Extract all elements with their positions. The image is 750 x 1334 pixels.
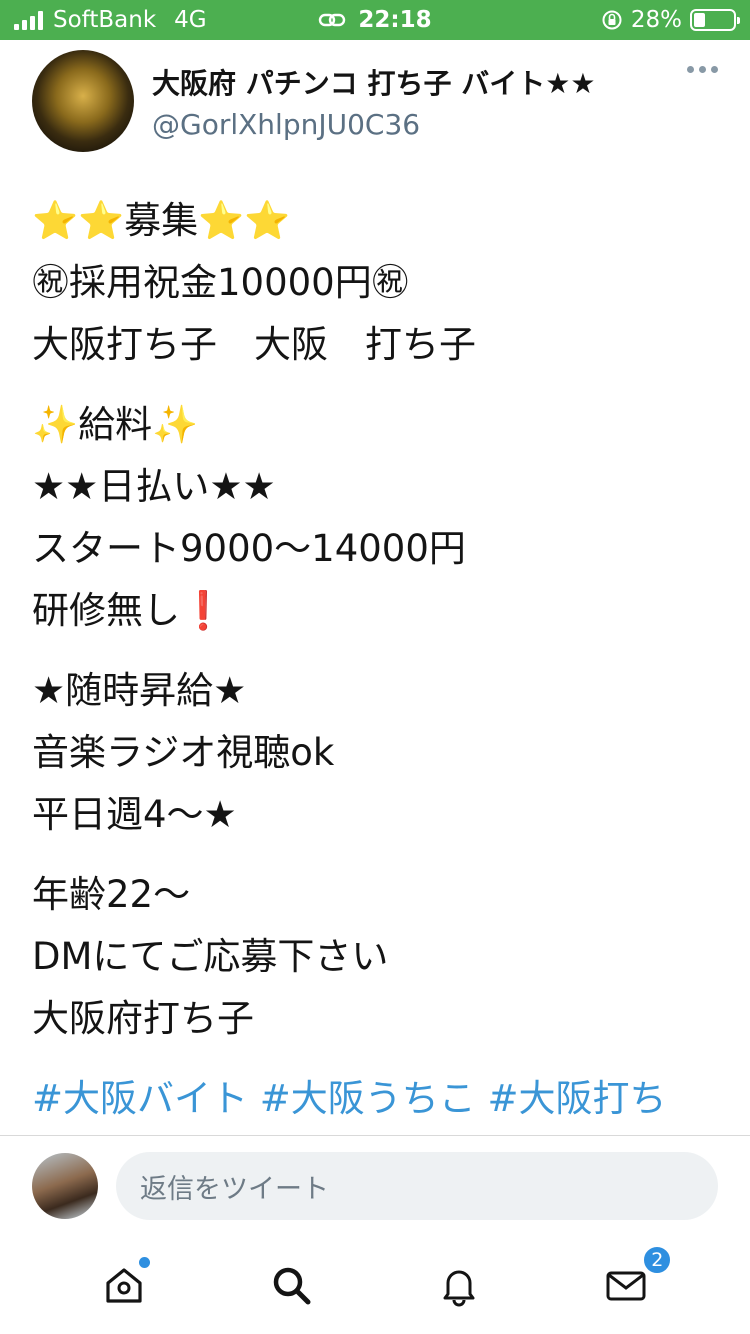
handle[interactable]: @GorlXhlpnJU0C36 — [152, 108, 595, 141]
tab-search[interactable] — [261, 1255, 321, 1315]
tab-home[interactable] — [94, 1255, 154, 1315]
tab-notifications[interactable] — [429, 1255, 489, 1315]
text-line: ★随時昇給★ — [32, 669, 247, 712]
text-line: 年齢22～ — [32, 873, 191, 916]
text-line: ✨給料✨ — [32, 403, 199, 446]
reply-input[interactable]: 返信をツイート — [116, 1152, 718, 1220]
paragraph: ★随時昇給★ 音楽ラジオ視聴ok 平日週4～★ — [32, 660, 730, 846]
messages-badge: 2 — [642, 1245, 673, 1275]
paragraph: ⭐⭐募集⭐⭐ ㊗採用祝金10000円㊗ 大阪打ち子 大阪 打ち子 — [32, 190, 730, 376]
paragraph: 年齢22～ DMにてご応募下さい 大阪府打ち子 — [32, 864, 730, 1050]
home-icon — [106, 1268, 142, 1303]
text-line: 大阪府打ち子 — [32, 997, 254, 1040]
bell-icon — [443, 1270, 475, 1307]
text-line: DMにてご応募下さい — [32, 935, 389, 978]
my-avatar[interactable] — [32, 1153, 98, 1219]
text-line: スタート9000～14000円 — [32, 527, 466, 570]
battery-icon — [690, 9, 740, 31]
tab-bar: 2 — [0, 1240, 750, 1330]
divider — [0, 1135, 750, 1136]
status-bar: SoftBank 4G 22:18 28% — [0, 0, 750, 40]
paragraph: ✨給料✨ ★★日払い★★ スタート9000～14000円 研修無し❗ — [32, 394, 730, 642]
hashtags[interactable]: #大阪バイト #大阪うちこ #大阪打ち — [32, 1068, 730, 1130]
user-info: 大阪府 パチンコ 打ち子 バイト★★ @GorlXhlpnJU0C36 — [152, 62, 595, 141]
tab-messages[interactable]: 2 — [596, 1245, 673, 1315]
search-icon — [274, 1267, 311, 1305]
battery-fill — [694, 13, 705, 27]
text-line: ⭐⭐募集⭐⭐ — [32, 199, 291, 242]
tweet-header: 大阪府 パチンコ 打ち子 バイト★★ @GorlXhlpnJU0C36 — [32, 48, 718, 154]
reply-bar: 返信をツイート — [32, 1152, 718, 1220]
text-line: 大阪打ち子 大阪 打ち子 — [32, 323, 476, 366]
avatar[interactable] — [32, 50, 134, 152]
tweet-body: ⭐⭐募集⭐⭐ ㊗採用祝金10000円㊗ 大阪打ち子 大阪 打ち子 ✨給料✨ ★★… — [32, 190, 730, 1130]
text-line: ㊗採用祝金10000円㊗ — [32, 261, 409, 304]
status-center: 22:18 — [0, 0, 750, 40]
unread-dot — [138, 1257, 150, 1268]
link-icon — [319, 13, 346, 27]
envelope-icon — [606, 1271, 646, 1301]
display-name[interactable]: 大阪府 パチンコ 打ち子 バイト★★ — [152, 62, 595, 102]
text-line: 平日週4～★ — [32, 793, 237, 836]
text-line: ★★日払い★★ — [32, 465, 276, 508]
text-line: 研修無し❗ — [32, 589, 227, 632]
clock: 22:18 — [358, 7, 432, 33]
more-icon[interactable] — [687, 66, 718, 73]
text-line: 音楽ラジオ視聴ok — [32, 731, 335, 774]
